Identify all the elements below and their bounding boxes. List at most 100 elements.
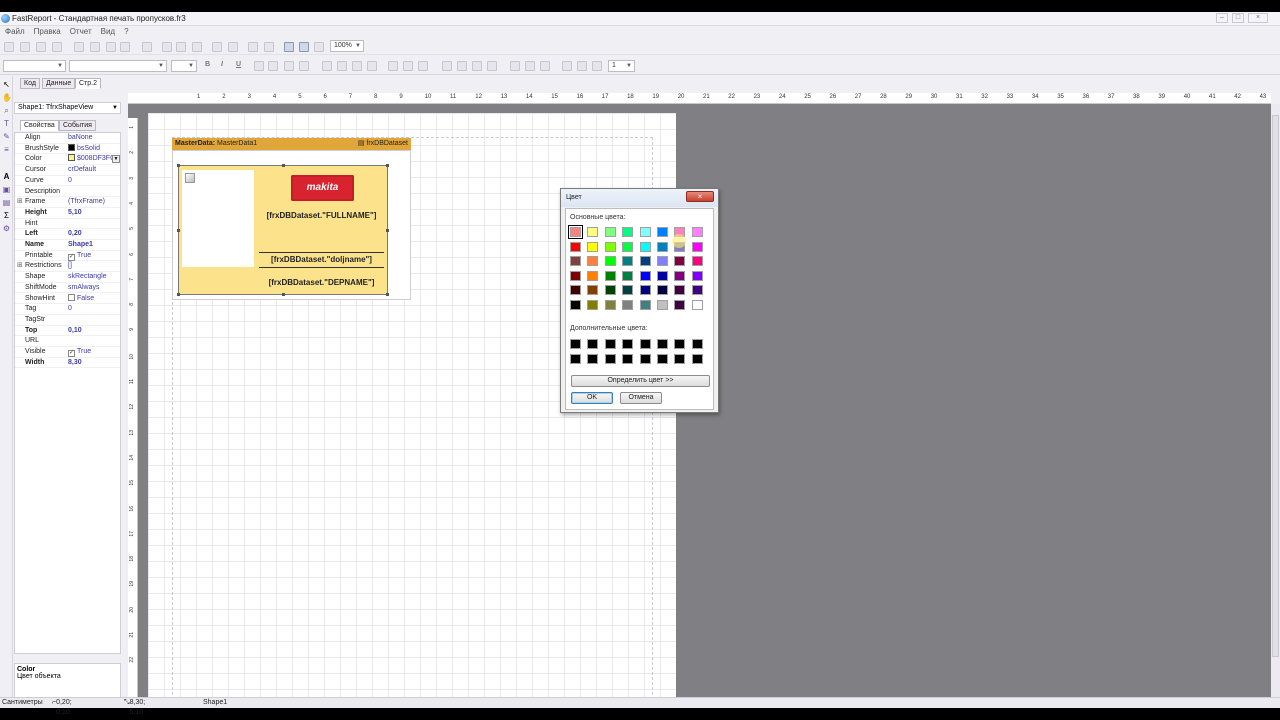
show-grid-icon[interactable] [284, 42, 294, 52]
redo-icon[interactable] [228, 42, 238, 52]
property-row[interactable]: Printable ✓ True [15, 251, 120, 262]
picture-object-icon[interactable]: ▣ [2, 185, 11, 194]
basic-color-swatch[interactable] [691, 241, 703, 252]
font-name-combo[interactable]: ▼ [69, 60, 167, 72]
selection-handle[interactable] [282, 164, 285, 167]
rotation-icon[interactable] [299, 61, 309, 71]
basic-color-swatch[interactable] [639, 270, 651, 281]
property-row[interactable]: Name Shape1 [15, 240, 120, 251]
basic-color-swatch[interactable] [570, 270, 581, 281]
cut-icon[interactable] [162, 42, 172, 52]
zoom-combo[interactable]: 100% ▼ [330, 40, 364, 52]
custom-color-swatch[interactable] [657, 353, 668, 364]
property-row[interactable]: ⊞ Restrictions [] [15, 261, 120, 273]
frame-style-icon[interactable] [592, 61, 602, 71]
frame-all-icon[interactable] [510, 61, 520, 71]
tab-events[interactable]: События [59, 120, 96, 131]
basic-color-swatch[interactable] [587, 285, 599, 296]
selection-handle[interactable] [386, 293, 389, 296]
custom-color-swatch[interactable] [674, 339, 686, 349]
custom-color-swatch[interactable] [691, 353, 703, 364]
photo-picture[interactable] [182, 170, 254, 267]
custom-color-swatch[interactable] [674, 353, 686, 364]
property-row[interactable]: Visible ✓ True [15, 347, 120, 358]
basic-color-swatch[interactable] [587, 270, 599, 281]
basic-color-swatch[interactable] [604, 241, 616, 252]
italic-icon[interactable]: I [221, 61, 223, 68]
frame-width-combo[interactable]: 1 ▼ [608, 60, 635, 72]
memo-doljname[interactable]: [frxDBDataset."doljname"] [259, 252, 384, 268]
property-row[interactable]: Align baNone [15, 133, 120, 144]
basic-color-swatch[interactable] [622, 285, 634, 296]
memo-fullname[interactable]: [frxDBDataset."FULLNAME"] [259, 211, 384, 221]
basic-color-swatch[interactable] [604, 285, 616, 296]
font-size-combo[interactable]: ▼ [171, 60, 197, 72]
menu-report[interactable]: Отчет [66, 26, 96, 37]
menu-view[interactable]: Вид [97, 26, 119, 37]
basic-color-swatch[interactable] [691, 300, 703, 310]
selection-handle[interactable] [282, 293, 285, 296]
frame-color-icon[interactable] [577, 61, 587, 71]
basic-color-swatch[interactable] [639, 285, 651, 296]
tab-data[interactable]: Данные [42, 78, 76, 89]
font-settings-icon[interactable] [254, 61, 264, 71]
fit-to-grid-icon[interactable] [314, 42, 324, 52]
custom-color-swatch[interactable] [587, 353, 599, 364]
basic-color-swatch[interactable] [657, 300, 668, 310]
selection-handle[interactable] [386, 229, 389, 232]
property-row[interactable]: Cursor crDefault [15, 165, 120, 176]
define-color-button[interactable]: Определить цвет >> [571, 375, 710, 387]
ok-button[interactable]: OK [571, 392, 613, 404]
band-tool-icon[interactable]: ≡ [2, 145, 11, 154]
basic-color-swatch[interactable] [691, 270, 703, 281]
custom-color-swatch[interactable] [639, 339, 651, 349]
chevron-down-icon[interactable]: ▼ [112, 155, 120, 164]
property-value[interactable]: 0,10 [68, 326, 82, 336]
selection-handle[interactable] [177, 164, 180, 167]
basic-color-swatch[interactable] [657, 241, 668, 252]
property-value[interactable]: smAlways [68, 283, 100, 293]
basic-color-swatch[interactable] [604, 227, 616, 237]
basic-color-swatch[interactable] [622, 270, 634, 281]
tab-code[interactable]: Код [20, 78, 40, 89]
align-bottom-icon[interactable] [418, 61, 428, 71]
expand-icon[interactable]: ⊞ [17, 262, 23, 270]
basic-color-swatch[interactable] [587, 241, 599, 252]
basic-color-swatch[interactable] [639, 300, 651, 310]
frame-right-icon[interactable] [487, 61, 497, 71]
basic-color-swatch[interactable] [674, 256, 686, 267]
band-header[interactable]: MasterData: MasterData1 ▤ frxDBDataset [172, 138, 411, 150]
custom-color-swatch[interactable] [657, 339, 668, 349]
group-icon[interactable] [248, 42, 258, 52]
basic-color-swatch[interactable] [657, 285, 668, 296]
basic-color-swatch[interactable] [639, 227, 651, 237]
custom-color-swatch[interactable] [587, 339, 599, 349]
variables-icon[interactable] [142, 42, 152, 52]
property-row[interactable]: Height 5,10 [15, 208, 120, 219]
property-value[interactable]: skRectangle [68, 272, 107, 282]
basic-color-swatch[interactable] [622, 300, 634, 310]
new-report-icon[interactable] [4, 42, 14, 52]
preview-icon[interactable] [52, 42, 62, 52]
new-dialog-icon[interactable] [90, 42, 100, 52]
font-color-icon[interactable] [268, 61, 278, 71]
menu-help[interactable]: ? [120, 26, 132, 37]
property-row[interactable]: Color $008DF3FC ▼ [15, 154, 120, 166]
save-icon[interactable] [36, 42, 46, 52]
align-center-icon[interactable] [337, 61, 347, 71]
makita-logo[interactable]: makita [291, 175, 354, 201]
property-value[interactable]: (TfrxFrame) [68, 197, 105, 207]
custom-color-swatch[interactable] [604, 353, 616, 364]
frame-bottom-icon[interactable] [457, 61, 467, 71]
zoom-tool-icon[interactable]: ⌕ [2, 106, 11, 115]
custom-color-swatch[interactable] [639, 353, 651, 364]
basic-color-swatch[interactable] [587, 300, 599, 310]
property-value[interactable]: $008DF3FC ▼ [68, 154, 120, 164]
basic-color-swatch[interactable] [570, 300, 581, 310]
basic-color-swatch[interactable] [639, 256, 651, 267]
property-value[interactable]: 0,20 [68, 229, 82, 239]
custom-color-swatch[interactable] [604, 339, 616, 349]
maximize-button[interactable]: □ [1232, 13, 1244, 23]
align-to-grid-icon[interactable] [299, 42, 309, 52]
selection-handle[interactable] [177, 229, 180, 232]
